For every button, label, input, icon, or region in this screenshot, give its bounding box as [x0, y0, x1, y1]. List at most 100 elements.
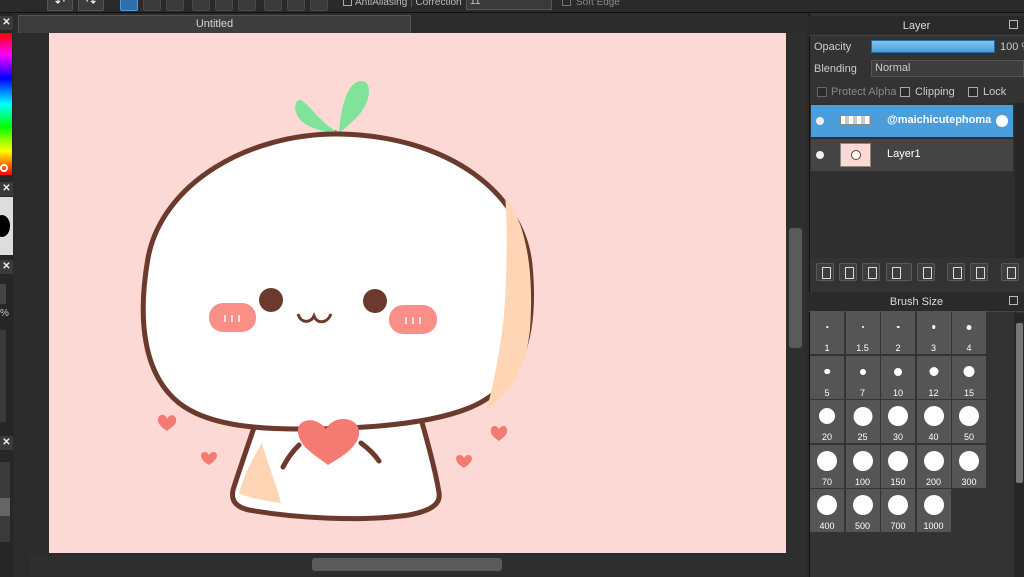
new-layer-icon[interactable] [816, 263, 834, 281]
layer-row[interactable]: @maichicutephoma [811, 105, 1013, 137]
hue-handle[interactable] [0, 164, 8, 172]
brush-dot [888, 450, 908, 471]
circle-snap-icon[interactable] [238, 0, 256, 11]
brush-dot [896, 325, 900, 329]
canvas-horizontal-scroll-thumb[interactable] [312, 558, 502, 571]
hue-slider[interactable] [0, 33, 12, 175]
brush-size-cell[interactable]: 200 [916, 444, 951, 488]
brush-dot [861, 326, 864, 328]
brush-size-label: 3 [930, 343, 936, 353]
document-tab[interactable]: Untitled [18, 15, 411, 33]
brush-dot [824, 368, 830, 375]
brush-size-label: 20 [821, 432, 832, 442]
radial-snap-icon[interactable] [215, 0, 233, 11]
undo-button[interactable]: ↶ [47, 0, 73, 11]
canvas-vertical-scroll-thumb[interactable] [789, 228, 802, 348]
close-icon[interactable]: ✕ [0, 436, 13, 450]
brush-size-label: 7 [859, 387, 865, 398]
protect-alpha-checkbox[interactable] [817, 87, 827, 97]
brush-size-cell[interactable]: 25 [845, 400, 880, 443]
clipping-label: Clipping [915, 86, 955, 98]
new-1bit-layer-icon[interactable] [862, 263, 880, 281]
brush-size-cell[interactable]: 100 [845, 444, 880, 488]
correction-select[interactable]: 11 [466, 0, 552, 10]
brush-size-label: 100 [854, 476, 871, 487]
visibility-icon[interactable] [816, 151, 824, 159]
brush-dot [817, 450, 837, 471]
brush-size-cell[interactable]: 5 [810, 355, 844, 399]
parallel-snap-icon[interactable] [143, 0, 161, 11]
add-layer-menu-icon[interactable] [886, 263, 912, 281]
close-icon[interactable]: ✕ [0, 16, 13, 30]
close-icon[interactable]: ✕ [0, 182, 13, 196]
opacity-slider[interactable] [871, 40, 995, 53]
opacity-slider[interactable] [0, 330, 6, 422]
clipping-checkbox[interactable] [900, 87, 910, 97]
soft-edge-label: Soft Edge [576, 0, 620, 8]
brush-size-label: 4 [966, 343, 972, 353]
brush-size-cell[interactable]: 20 [810, 400, 844, 443]
brush-size-cell[interactable]: 12 [916, 355, 951, 399]
folder-icon[interactable] [917, 263, 935, 281]
brush-size-cell[interactable]: 500 [845, 489, 880, 532]
settings-snap-icon[interactable] [287, 0, 305, 11]
blending-select[interactable]: Normal [871, 60, 1024, 77]
antialiasing-checkbox[interactable] [343, 0, 352, 6]
brush-size-cell[interactable]: 2 [881, 311, 915, 354]
redo-button[interactable]: ↷ [78, 0, 104, 11]
layer-panel-title: Layer [902, 20, 931, 32]
edit-gear-icon[interactable] [996, 115, 1008, 127]
scroll-thumb[interactable] [0, 498, 10, 516]
brush-size-cell[interactable]: 40 [916, 400, 951, 443]
brush-dot [959, 450, 979, 471]
gear-icon[interactable] [310, 0, 328, 11]
brush-dot [894, 367, 902, 376]
correction-value: 11 [470, 0, 481, 7]
brush-size-cell[interactable]: 10 [881, 355, 915, 399]
brush-size-cell[interactable]: 4 [952, 311, 986, 354]
layer-panel-header: Layer [809, 16, 1024, 36]
visibility-icon[interactable] [816, 117, 824, 125]
layer-thumbnail [840, 143, 871, 167]
brush-size-cell[interactable]: 3 [916, 311, 951, 354]
brush-size-cell[interactable]: 1 [810, 311, 844, 354]
brush-size-cell[interactable]: 150 [881, 444, 915, 488]
brush-size-cell[interactable]: 700 [881, 489, 915, 532]
brush-size-label: 400 [819, 521, 835, 531]
brush-size-scroll-thumb[interactable] [1016, 323, 1023, 483]
brush-dot [923, 450, 944, 471]
brush-size-cell[interactable]: 30 [881, 400, 915, 443]
brush-size-cell[interactable]: 7 [845, 355, 880, 399]
brush-size-cell[interactable]: 1.5 [845, 311, 880, 354]
brush-size-label: 500 [854, 521, 871, 531]
popout-icon[interactable] [1009, 20, 1018, 29]
brush-dot [923, 406, 944, 426]
new-halftone-layer-icon[interactable] [839, 263, 857, 281]
protect-alpha-label: Protect Alpha [831, 86, 897, 98]
layer-list-scrollbar[interactable] [1015, 103, 1024, 258]
grid-snap-icon[interactable] [166, 0, 184, 11]
brush-size-cell[interactable]: 300 [952, 444, 986, 488]
soft-edge-checkbox[interactable] [562, 0, 571, 6]
perspective-snap-icon[interactable] [192, 0, 210, 11]
lock-label: Lock [983, 86, 1007, 98]
close-icon[interactable]: ✕ [0, 260, 13, 274]
brush-size-cell[interactable]: 400 [810, 489, 844, 532]
brush-size-cell[interactable]: 1000 [916, 489, 951, 532]
brush-size-grid: 1 1.5 2 3 4 5 7 10 12 15 20 25 30 40 50 70 100 150 200 300 4… [810, 311, 986, 532]
trash-icon[interactable] [1001, 263, 1019, 281]
size-field[interactable] [0, 284, 6, 304]
antialiasing-label: AntiAliasing [355, 0, 408, 8]
merge-layer-icon[interactable] [970, 263, 988, 281]
popout-icon[interactable] [1009, 296, 1018, 305]
curve-snap-icon[interactable] [264, 0, 282, 11]
brush-dot [888, 406, 908, 426]
duplicate-layer-icon[interactable] [947, 263, 965, 281]
layer-row[interactable]: Layer1 [811, 139, 1013, 171]
brush-size-cell[interactable]: 50 [952, 400, 986, 443]
drawing-canvas[interactable] [49, 33, 786, 553]
brush-size-cell[interactable]: 15 [952, 355, 986, 399]
brush-size-cell[interactable]: 70 [810, 444, 844, 488]
snap-off-icon[interactable] [120, 0, 138, 11]
lock-checkbox[interactable] [968, 87, 978, 97]
